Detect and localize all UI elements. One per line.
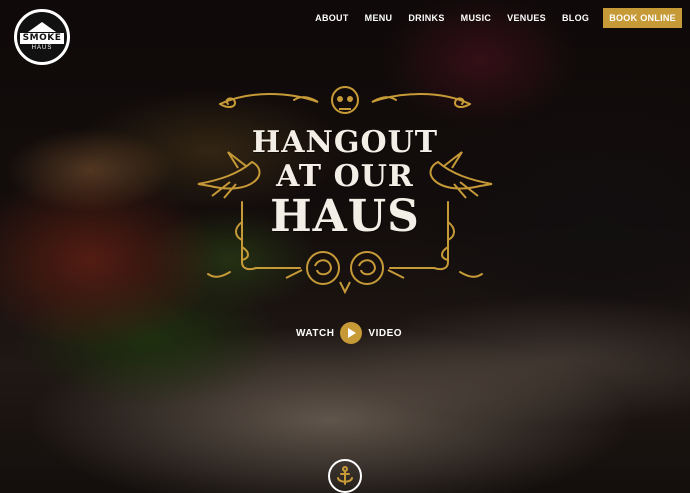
watch-label: WATCH <box>296 327 335 339</box>
site-logo[interactable]: SMOKE HAUS <box>14 9 70 65</box>
hero-title-line1: HANGOUT <box>251 125 439 160</box>
nav-item-blog[interactable]: BLOG <box>554 8 597 28</box>
hero-emblem: HANGOUT AT OUR HAUS <box>190 82 500 302</box>
main-nav: ABOUT MENU DRINKS MUSIC VENUES BLOG BOOK… <box>307 8 682 28</box>
nav-item-music[interactable]: MUSIC <box>453 8 500 28</box>
nav-item-drinks[interactable]: DRINKS <box>400 8 452 28</box>
nav-item-about[interactable]: ABOUT <box>307 8 357 28</box>
logo-main-text: SMOKE <box>19 33 65 44</box>
logo-sub-text: HAUS <box>31 45 53 51</box>
anchor-icon <box>337 466 353 485</box>
house-icon <box>28 22 56 32</box>
skull-icon <box>331 86 359 114</box>
nav-item-venues[interactable]: VENUES <box>499 8 554 28</box>
play-icon[interactable] <box>340 322 363 344</box>
rose-icon <box>285 251 405 295</box>
hero-title-line2: AT OUR <box>276 159 414 194</box>
video-label: VIDEO <box>368 327 403 339</box>
nav-item-menu[interactable]: MENU <box>357 8 401 28</box>
book-online-button[interactable]: BOOK ONLINE <box>603 8 682 28</box>
scroll-down-button[interactable] <box>328 459 362 493</box>
watch-video-button[interactable]: WATCH VIDEO <box>296 321 402 345</box>
hero-title: HANGOUT AT OUR HAUS <box>190 126 500 240</box>
hero-title-line3: HAUS <box>270 191 420 242</box>
